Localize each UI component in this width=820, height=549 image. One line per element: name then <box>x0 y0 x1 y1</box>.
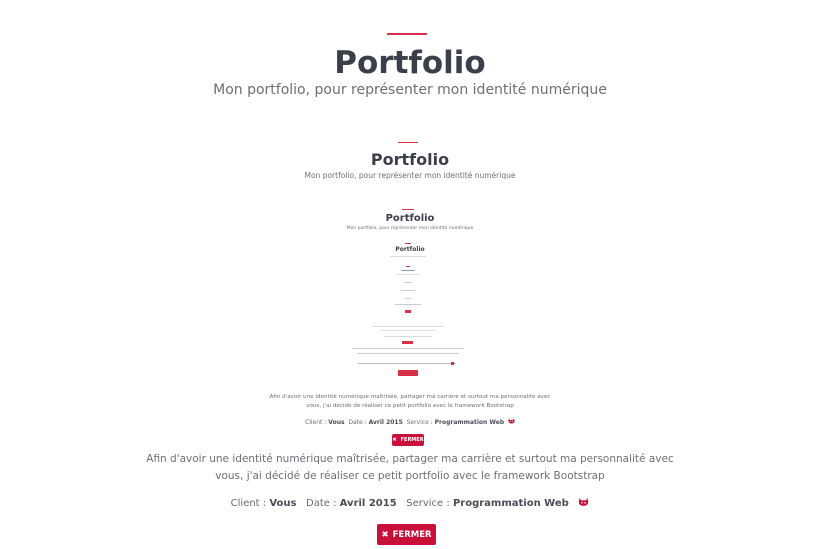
mid-client-value: Vous <box>328 419 345 426</box>
client-label: Client : <box>230 498 267 509</box>
innermost-title: Portfolio <box>395 246 425 253</box>
preview-line <box>357 353 459 354</box>
description-line-2: vous, j'ai décidé de réaliser ce petit p… <box>215 470 605 482</box>
inner-title: Portfolio <box>385 213 435 224</box>
times-icon: ✖ <box>381 529 389 540</box>
preview-line <box>395 304 421 305</box>
mid-date-value: Avril 2015 <box>368 419 403 426</box>
preview-line <box>384 336 432 337</box>
mid-divider <box>398 142 418 143</box>
preview-line <box>372 326 444 327</box>
preview-line <box>396 274 420 275</box>
service-label: Service : <box>406 498 450 509</box>
date-label: Date : <box>306 498 337 509</box>
preview-line <box>401 270 415 271</box>
github-icon[interactable] <box>578 497 589 512</box>
mid-service-value: Programmation Web <box>434 419 505 426</box>
times-icon: ✖ <box>392 437 397 443</box>
close-label: FERMER <box>392 529 432 540</box>
mid-client-label: Client : <box>305 419 327 426</box>
close-button[interactable]: ✖ FERMER <box>377 524 436 545</box>
preview-divider <box>406 266 410 267</box>
preview-line <box>358 363 456 364</box>
mid-date-label: Date : <box>348 419 367 426</box>
mid-title: Portfolio <box>370 150 450 169</box>
preview-button <box>405 310 411 313</box>
page-title: Portfolio <box>334 45 486 81</box>
client-value: Vous <box>269 498 297 509</box>
inner-divider <box>402 209 414 210</box>
preview-line <box>352 348 464 349</box>
preview-line <box>401 290 415 291</box>
mid-description-1: Afin d'avoir une identité numérique maît… <box>269 394 551 400</box>
preview-line <box>404 282 412 283</box>
mid-description-2: vous, j'ai décidé de réaliser ce petit p… <box>306 403 514 409</box>
mid-subtitle: Mon portfolio, pour représenter mon iden… <box>304 171 516 180</box>
preview-line <box>405 298 411 299</box>
github-icon[interactable] <box>508 418 515 427</box>
outer-divider <box>387 33 427 35</box>
mid-close-label: FERMER <box>400 437 424 443</box>
preview-line <box>390 256 426 257</box>
mid-service-label: Service : <box>406 419 433 426</box>
preview-line <box>381 330 435 331</box>
mid-close-button[interactable]: ✖ FERMER <box>392 434 424 446</box>
project-meta: Client : Vous Date : Avril 2015 Service … <box>0 497 820 512</box>
preview-github <box>451 362 454 365</box>
mid-meta: Client : Vous Date : Avril 2015 Service … <box>0 418 820 427</box>
description-line-1: Afin d'avoir une identité numérique maît… <box>146 453 674 465</box>
page-subtitle: Mon portfolio, pour représenter mon iden… <box>213 82 607 98</box>
innermost-divider <box>405 243 411 244</box>
preview-button <box>402 341 413 344</box>
date-value: Avril 2015 <box>339 498 397 509</box>
inner-subtitle: Mon portfolio, pour représenter mon iden… <box>346 226 474 231</box>
service-value: Programmation Web <box>452 498 569 509</box>
preview-button <box>398 370 418 376</box>
